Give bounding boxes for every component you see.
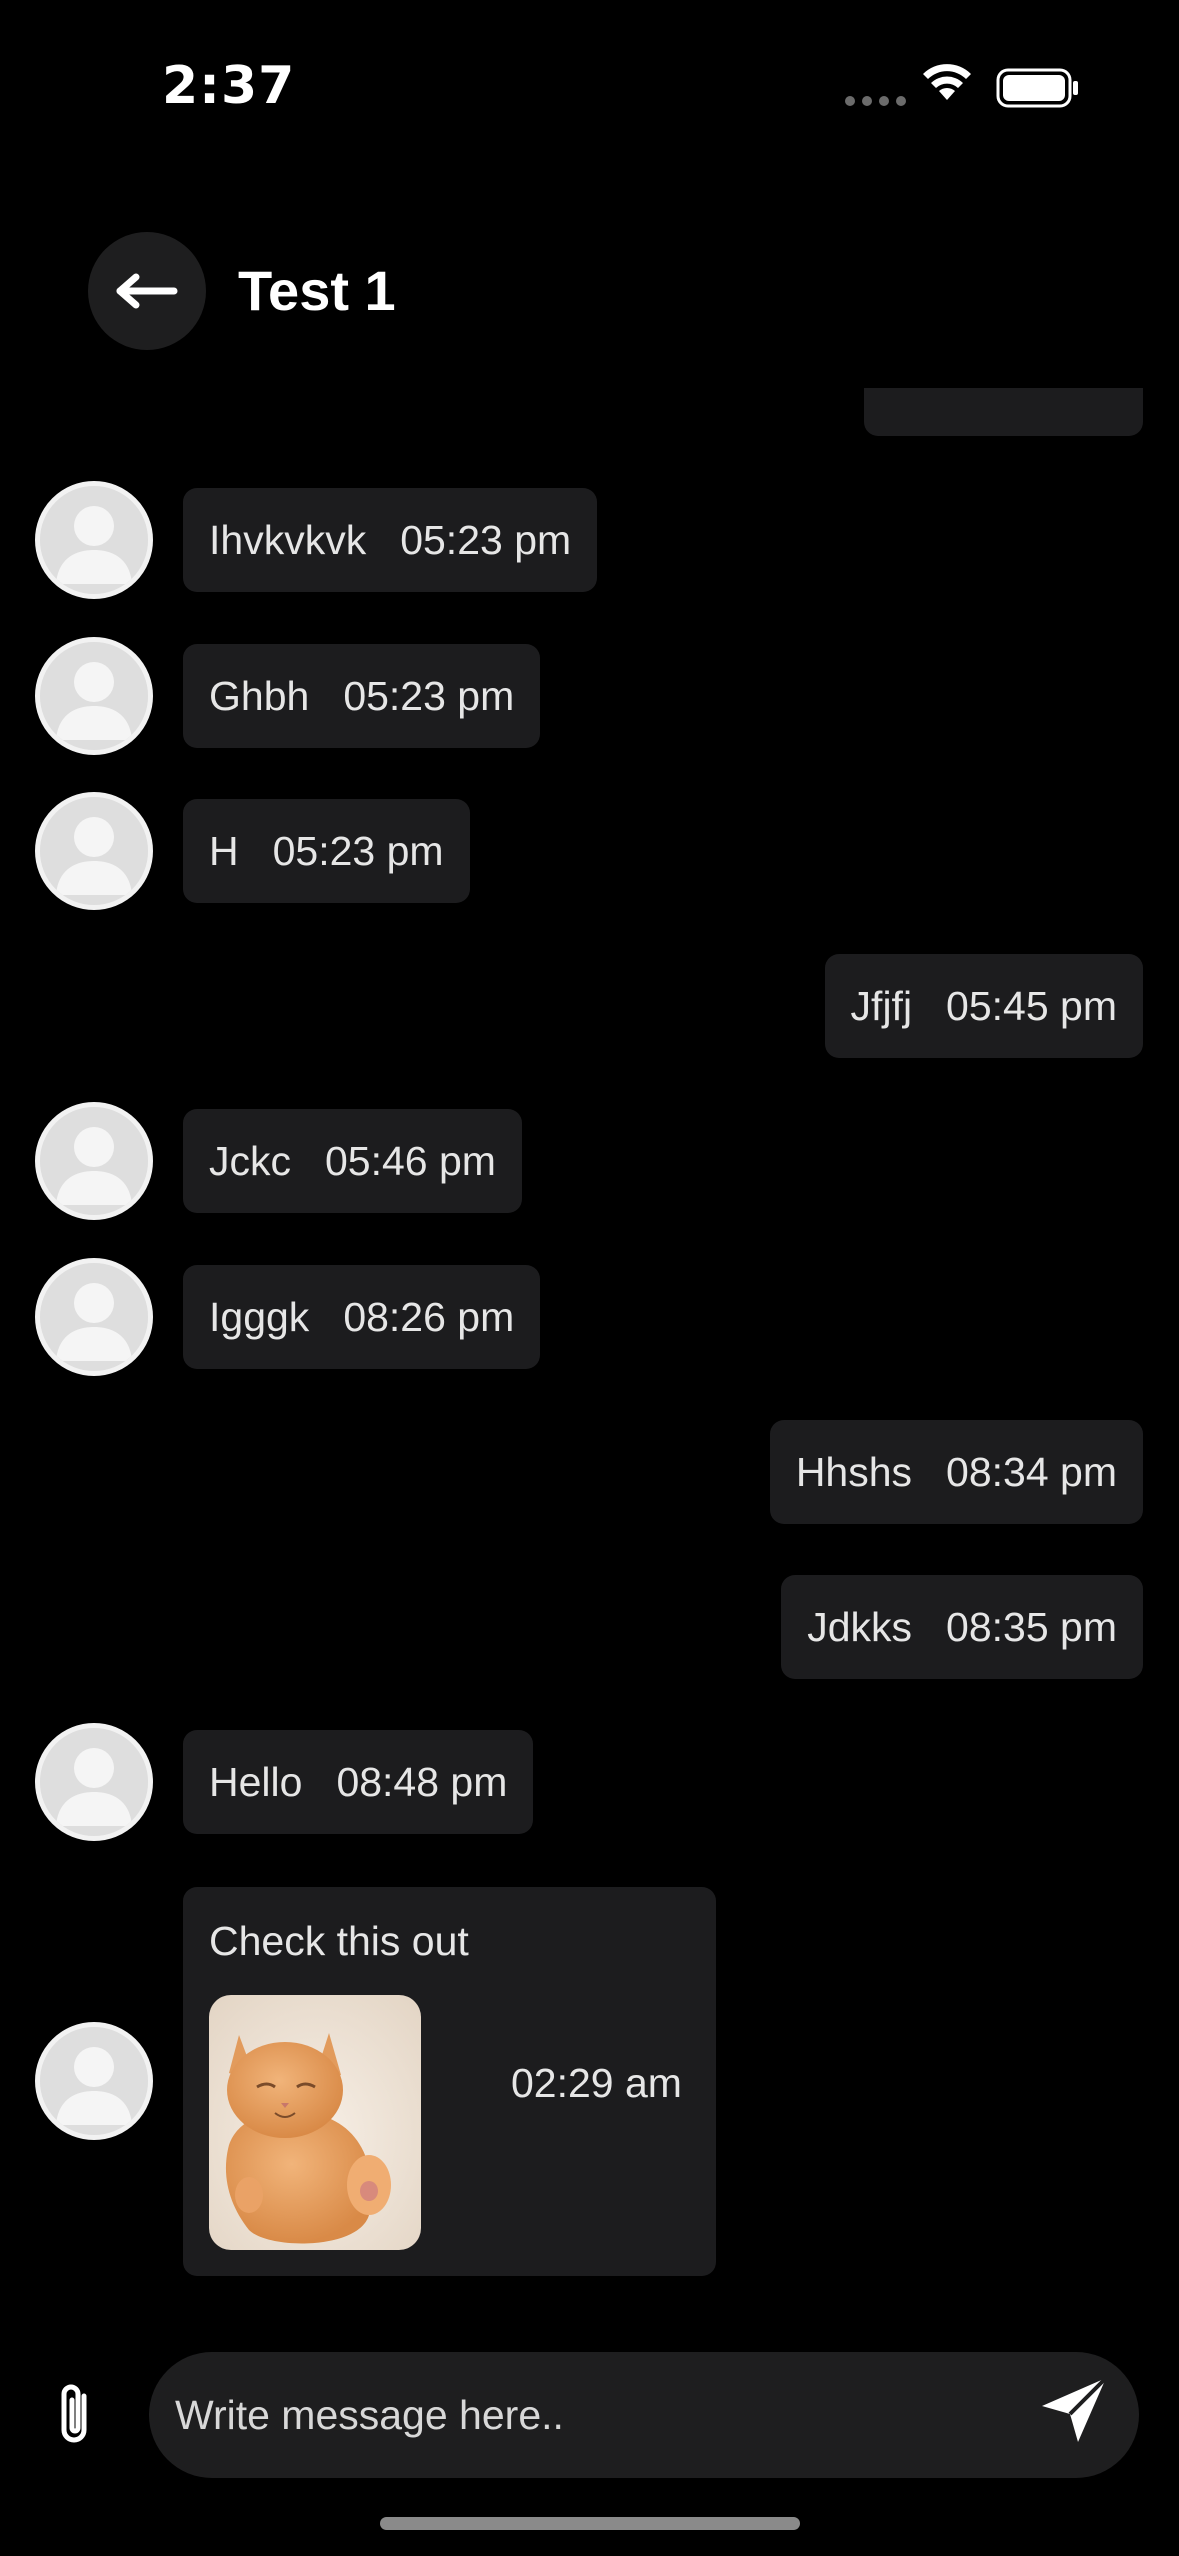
cellular-signal-icon [845, 96, 906, 106]
message-text: Igggk [209, 1293, 310, 1340]
message-text: Ghbh [209, 672, 310, 719]
message-time: 08:34 pm [946, 1448, 1117, 1495]
message-text: H [209, 827, 239, 874]
message-text: Hhshs [795, 1448, 913, 1495]
message-time: 05:46 pm [325, 1137, 496, 1184]
message-text: Jfjfj [850, 982, 913, 1029]
message-time: 08:35 pm [946, 1603, 1117, 1650]
paperclip-icon[interactable] [50, 2380, 100, 2450]
avatar [35, 2022, 153, 2140]
home-indicator [380, 2517, 800, 2530]
battery-icon [996, 68, 1078, 108]
message-time: 08:26 pm [343, 1293, 515, 1340]
chat-title: Test 1 [238, 259, 396, 322]
avatar [35, 792, 153, 910]
message-bubble-outgoing[interactable]: Jdkks 08:35 pm [781, 1575, 1143, 1679]
message-bubble[interactable]: H 05:23 pm [183, 799, 470, 903]
message-bubble-outgoing[interactable]: Hhshs 08:34 pm [769, 1420, 1143, 1524]
avatar [35, 481, 153, 599]
message-time: 05:23 pm [343, 672, 515, 719]
kitten-photo[interactable] [209, 1995, 421, 2250]
message-time: 05:23 pm [400, 516, 572, 563]
message-bubble-partial [864, 388, 1143, 436]
image-message-time: 02:29 am [511, 2060, 682, 2106]
status-time: 2:37 [162, 56, 296, 116]
message-input[interactable] [149, 2352, 1139, 2478]
message-text: Jckc [209, 1137, 291, 1184]
avatar [35, 1102, 153, 1220]
message-text: Ihvkvkvk [209, 516, 367, 563]
arrow-left-icon [116, 273, 178, 309]
avatar [35, 637, 153, 755]
message-bubble[interactable]: Ghbh 05:23 pm [183, 644, 541, 748]
image-message-caption: Check this out [209, 1918, 469, 1964]
message-time: 05:23 pm [272, 827, 444, 874]
back-button[interactable] [88, 232, 206, 350]
avatar [35, 1723, 153, 1841]
message-bubble-outgoing[interactable]: Jfjfj 05:45 pm [824, 954, 1143, 1058]
message-time: 05:45 pm [946, 982, 1117, 1029]
message-text: Hello [209, 1758, 303, 1805]
message-bubble[interactable]: Igggk 08:26 pm [183, 1265, 541, 1369]
send-icon[interactable] [1036, 2372, 1112, 2448]
wifi-icon [923, 64, 971, 100]
message-bubble[interactable]: Ihvkvkvk 05:23 pm [183, 488, 598, 592]
avatar [35, 1258, 153, 1376]
message-text: Jdkks [807, 1603, 913, 1650]
message-bubble[interactable]: Jckc 05:46 pm [183, 1109, 522, 1213]
message-time: 08:48 pm [336, 1758, 508, 1805]
message-bubble[interactable]: Hello 08:48 pm [183, 1730, 534, 1834]
